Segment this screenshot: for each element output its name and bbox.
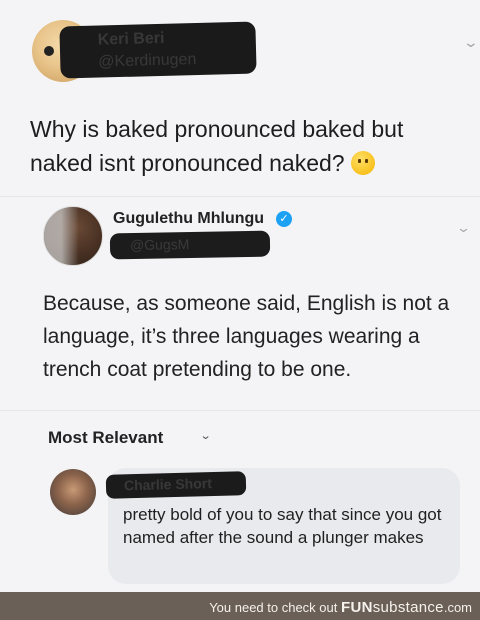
tweet2-chevron-down-icon[interactable]: ⌄ [456, 220, 471, 236]
thinking-face-icon [350, 151, 375, 175]
verified-badge-icon: ✓ [276, 211, 292, 227]
avatar-background [44, 207, 102, 265]
divider [0, 196, 480, 197]
divider [0, 410, 480, 411]
redacted-commenter-block: Charlie Short [105, 471, 247, 499]
footer-prefix: You need to check out [209, 600, 338, 615]
tweet1-author-name: Keri Beri [97, 29, 165, 49]
footer-text: You need to check out FUNsubstance.com [209, 599, 472, 616]
charlie-avatar[interactable] [50, 469, 96, 515]
tweet2-author-handle: @GugsM [129, 236, 190, 254]
comment-text: pretty bold of you to say that since you… [123, 505, 442, 547]
tweet2-author-name[interactable]: Gugulethu Mhlungu [113, 210, 264, 228]
tweet1-text: Why is baked pronounced baked but naked … [30, 116, 404, 176]
tweet2-text: Because, as someone said, English is not… [43, 292, 450, 381]
tweet1-text-block: Why is baked pronounced baked but naked … [30, 112, 450, 180]
redacted-author-block: Keri Beri @Kerdinugen [59, 21, 257, 79]
sort-dropdown[interactable]: Most Relevant [48, 428, 163, 448]
gugulethu-avatar[interactable] [43, 206, 103, 266]
tweet1-chevron-down-icon[interactable]: ⌄ [463, 34, 479, 51]
tweet1-author-handle: @Kerdinugen [98, 51, 197, 71]
funsubstance-footer: You need to check out FUNsubstance.com [0, 592, 480, 620]
redacted-handle-block: @GugsM [109, 230, 271, 260]
avatar-eye [44, 46, 54, 56]
footer-brand-bold: FUN [341, 599, 373, 616]
footer-domain: .com [443, 600, 472, 615]
comment-author-name: Charlie Short [123, 475, 213, 494]
footer-brand-rest: substance [372, 599, 444, 616]
chevron-down-icon[interactable]: ⌄ [200, 429, 212, 442]
